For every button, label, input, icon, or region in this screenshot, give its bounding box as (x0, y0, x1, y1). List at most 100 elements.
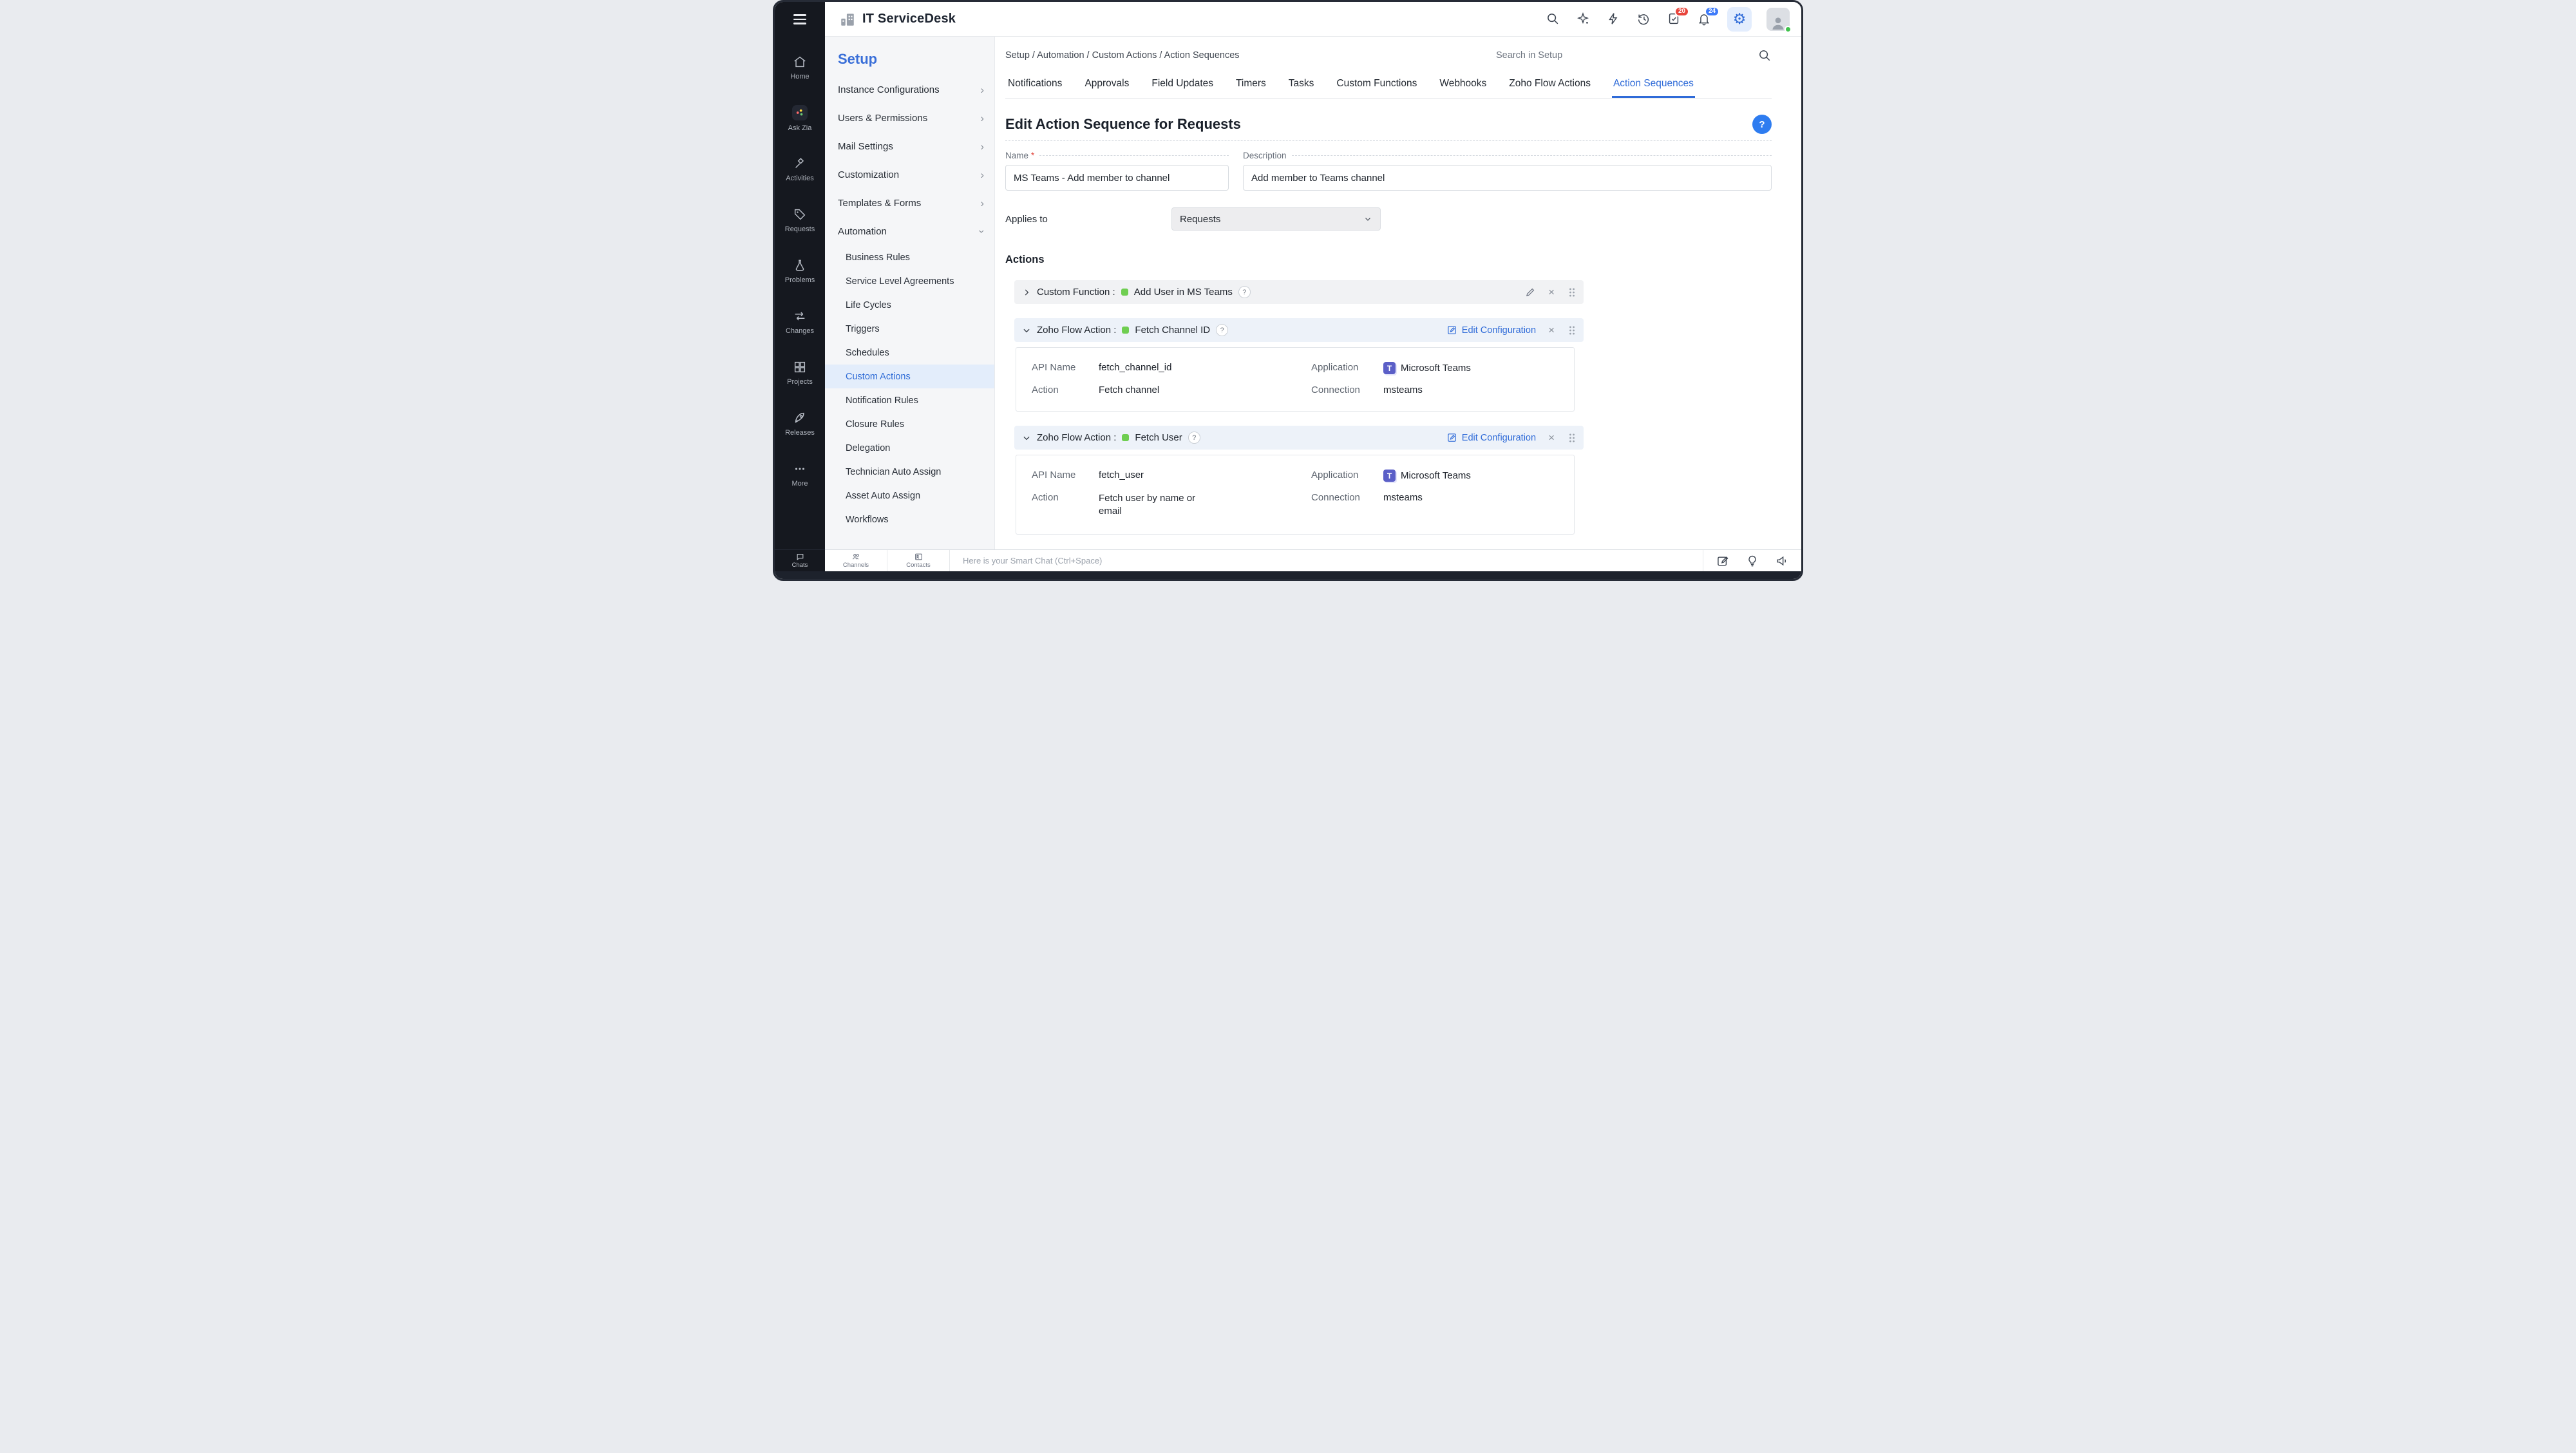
hamburger-menu-button[interactable] (775, 2, 825, 37)
chevron-right-icon: › (980, 84, 984, 95)
setup-item-templates-forms[interactable]: Templates & Forms› (825, 189, 994, 217)
action-help-chip[interactable]: ? (1238, 286, 1251, 298)
tab-timers[interactable]: Timers (1235, 71, 1267, 98)
tab-approvals[interactable]: Approvals (1083, 71, 1130, 98)
setup-search-icon[interactable] (1757, 48, 1772, 62)
setup-subitem-service-level-agreements[interactable]: Service Level Agreements (825, 269, 994, 293)
history-icon[interactable] (1636, 12, 1652, 27)
edit-pencil-icon[interactable] (1525, 287, 1536, 298)
sidebar-item-requests[interactable]: Requests (775, 195, 825, 245)
tab-webhooks[interactable]: Webhooks (1438, 71, 1488, 98)
tab-custom-functions[interactable]: Custom Functions (1335, 71, 1418, 98)
sidebar-item-releases[interactable]: Releases (775, 398, 825, 449)
settings-gear-button[interactable]: ⚙ (1727, 7, 1752, 32)
description-input[interactable] (1243, 165, 1772, 191)
remove-action-icon[interactable]: × (1548, 432, 1555, 443)
setup-subitem-custom-actions[interactable]: Custom Actions (825, 365, 994, 388)
setup-subitem-notification-rules[interactable]: Notification Rules (825, 388, 994, 412)
setup-subitem-technician-auto-assign[interactable]: Technician Auto Assign (825, 460, 994, 484)
drag-handle-icon[interactable] (1568, 432, 1576, 444)
sidebar-item-ask-zia[interactable]: Ask Zia (775, 93, 825, 144)
content-panel: Setup / Automation / Custom Actions / Ac… (995, 37, 1801, 549)
tab-tasks[interactable]: Tasks (1287, 71, 1316, 98)
main-area: Setup Instance Configurations› Users & P… (825, 37, 1801, 549)
applies-to-select[interactable]: Requests (1171, 207, 1381, 231)
zia-zap-icon[interactable] (1606, 12, 1622, 27)
smartbar-tab-contacts[interactable]: Contacts (887, 550, 950, 571)
home-icon (793, 55, 807, 69)
drag-handle-icon[interactable] (1568, 287, 1576, 298)
tab-zoho-flow-actions[interactable]: Zoho Flow Actions (1508, 71, 1592, 98)
left-rail-nav: Home Ask Zia Activities Requests Problem… (775, 37, 825, 549)
app-logo-icon (839, 11, 856, 28)
label-dashed-line (1039, 155, 1229, 156)
expand-chevron-icon[interactable] (1022, 288, 1031, 297)
connection-label: Connection (1311, 492, 1383, 503)
chevron-right-icon: › (980, 113, 984, 124)
smart-chat-input[interactable] (961, 555, 1703, 566)
setup-subitem-triggers[interactable]: Triggers (825, 317, 994, 341)
action-help-chip[interactable]: ? (1188, 432, 1200, 444)
whats-new-icon[interactable] (1576, 12, 1591, 27)
setup-subitem-closure-rules[interactable]: Closure Rules (825, 412, 994, 436)
user-avatar[interactable] (1766, 8, 1790, 31)
action-type-label: Zoho Flow Action : (1037, 432, 1116, 443)
chevron-right-icon: › (980, 198, 984, 209)
status-green-square (1122, 434, 1129, 441)
setup-search-input[interactable] (1495, 50, 1751, 61)
tab-notifications[interactable]: Notifications (1007, 71, 1063, 98)
top-header: IT ServiceDesk 20 24 ⚙ (825, 2, 1801, 37)
chats-icon (796, 553, 804, 561)
channels-icon (852, 553, 860, 561)
setup-tabs: Notifications Approvals Field Updates Ti… (1005, 71, 1772, 99)
setup-subitem-life-cycles[interactable]: Life Cycles (825, 293, 994, 317)
sidebar-item-activities[interactable]: Activities (775, 144, 825, 195)
approvals-icon[interactable]: 20 (1667, 12, 1682, 27)
announcement-icon[interactable] (1776, 555, 1788, 567)
drag-handle-icon[interactable] (1568, 325, 1576, 336)
action-name: Fetch User (1135, 432, 1182, 443)
actions-section-heading: Actions (1005, 254, 1772, 266)
collapse-chevron-icon[interactable] (1022, 433, 1031, 442)
setup-subitem-schedules[interactable]: Schedules (825, 341, 994, 365)
sidebar-item-problems[interactable]: Problems (775, 245, 825, 296)
setup-item-instance-configurations[interactable]: Instance Configurations› (825, 75, 994, 104)
chevron-down-icon (1363, 214, 1372, 223)
edit-configuration-button[interactable]: Edit Configuration (1446, 432, 1536, 443)
smartbar-tab-chats[interactable]: Chats (775, 549, 825, 571)
help-button[interactable]: ? (1752, 115, 1772, 134)
setup-item-users-permissions[interactable]: Users & Permissions› (825, 104, 994, 132)
notifications-bell-icon[interactable]: 24 (1697, 12, 1712, 27)
sidebar-item-projects[interactable]: Projects (775, 347, 825, 398)
bulb-icon[interactable] (1746, 555, 1759, 567)
setup-subitem-delegation[interactable]: Delegation (825, 436, 994, 460)
setup-item-customization[interactable]: Customization› (825, 160, 994, 189)
sidebar-item-more[interactable]: More (775, 449, 825, 500)
setup-subitem-business-rules[interactable]: Business Rules (825, 245, 994, 269)
name-field-label: Name (1005, 151, 1028, 160)
collapse-chevron-icon[interactable] (1022, 326, 1031, 335)
setup-subitem-workflows[interactable]: Workflows (825, 508, 994, 531)
action-help-chip[interactable]: ? (1216, 324, 1228, 336)
remove-action-icon[interactable]: × (1548, 287, 1555, 298)
application-value: T Microsoft Teams (1383, 470, 1574, 482)
setup-subitem-asset-auto-assign[interactable]: Asset Auto Assign (825, 484, 994, 508)
remove-action-icon[interactable]: × (1548, 325, 1555, 336)
tab-field-updates[interactable]: Field Updates (1150, 71, 1215, 98)
name-input[interactable] (1005, 165, 1229, 191)
setup-search (1495, 48, 1772, 62)
tab-action-sequences[interactable]: Action Sequences (1612, 71, 1695, 98)
setup-item-mail-settings[interactable]: Mail Settings› (825, 132, 994, 160)
breadcrumb[interactable]: Setup / Automation / Custom Actions / Ac… (1005, 50, 1240, 61)
action-type-label: Custom Function : (1037, 287, 1115, 298)
chevron-right-icon: › (980, 169, 984, 180)
sidebar-item-changes[interactable]: Changes (775, 296, 825, 347)
smartbar-tab-channels[interactable]: Channels (825, 550, 887, 571)
setup-item-automation[interactable]: Automation› (825, 217, 994, 245)
notifications-badge: 24 (1705, 6, 1719, 17)
smart-chat-bar: Channels Contacts (825, 549, 1801, 571)
edit-configuration-button[interactable]: Edit Configuration (1446, 325, 1536, 336)
search-icon[interactable] (1546, 12, 1561, 27)
compose-icon[interactable] (1716, 555, 1729, 567)
sidebar-item-home[interactable]: Home (775, 42, 825, 93)
